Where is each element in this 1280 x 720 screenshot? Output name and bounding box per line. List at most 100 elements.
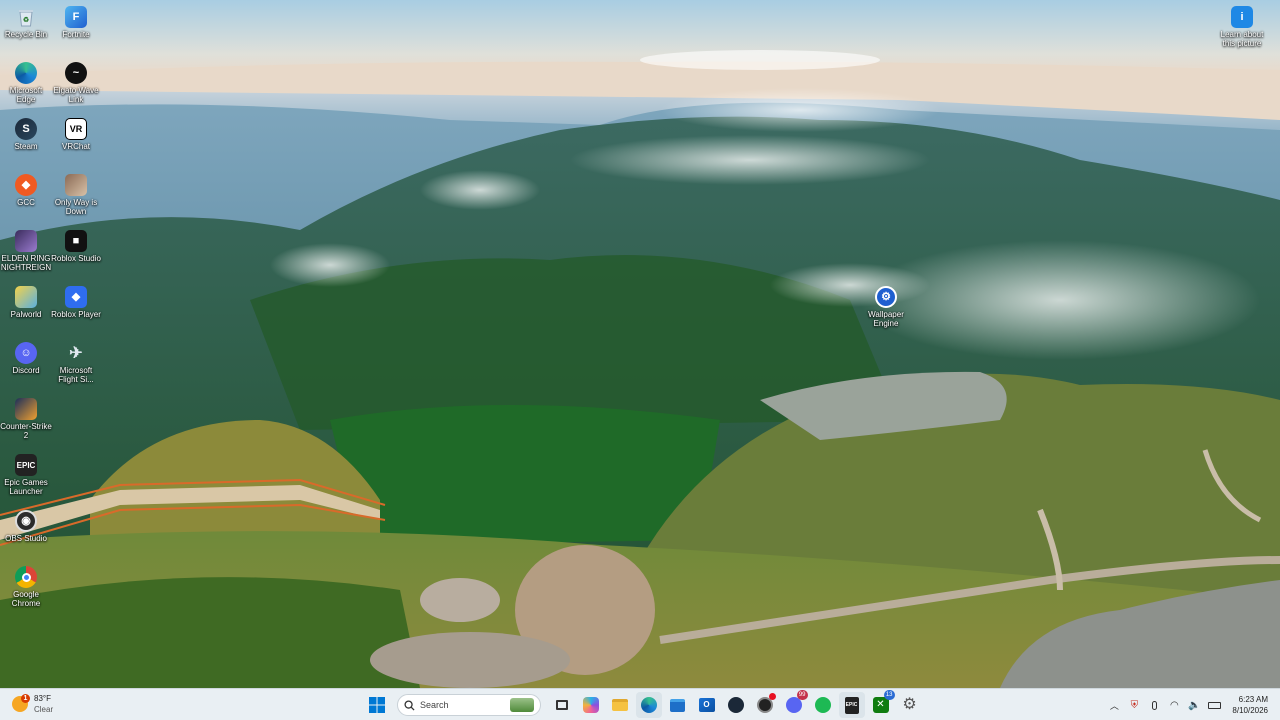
desktop-icon-label: Steam	[14, 142, 38, 151]
weather-temperature: 83°F	[34, 694, 51, 703]
obs-icon: ◉	[15, 510, 37, 532]
desktop-icon-label: Only Way is Down	[54, 198, 98, 216]
desktop-icon-label: Roblox Player	[51, 310, 101, 319]
store-icon	[670, 698, 685, 712]
desktop-icon-vrchat[interactable]: VR VRChat	[50, 118, 102, 151]
wifi-icon: ◠	[1170, 699, 1179, 711]
spotify-icon	[814, 697, 831, 713]
epic-games-icon: EPIC	[844, 696, 859, 714]
battery-icon	[1207, 701, 1221, 709]
desktop-icon-label: Wallpaper Engine	[868, 310, 904, 328]
desktop-icon-microsoft-flight-simulator[interactable]: ✈ Microsoft Flight Si...	[50, 342, 102, 384]
desktop-icon-microsoft-edge[interactable]: Microsoft Edge	[0, 62, 52, 104]
desktop-icon-palworld[interactable]: Palworld	[0, 286, 52, 319]
desktop-icon-wallpaper-engine[interactable]: ⚙ Wallpaper Engine	[860, 286, 912, 328]
learn-picture-icon: i	[1231, 6, 1253, 28]
desktop-icon-discord[interactable]: ☺ Discord	[0, 342, 52, 375]
taskbar-search[interactable]: Search	[397, 694, 541, 716]
task-view-button[interactable]	[549, 692, 575, 718]
weather-alert-badge: 1	[21, 694, 30, 703]
desktop-icon-only-way-is-down[interactable]: Only Way is Down	[50, 174, 102, 216]
desktop-icon-obs-studio[interactable]: ◉ OBS Studio	[0, 510, 52, 543]
desktop-icon-roblox-studio[interactable]: ■ Roblox Studio	[50, 230, 102, 263]
desktop-icon-epic-games-launcher[interactable]: EPIC Epic Games Launcher	[0, 454, 52, 496]
settings-button[interactable]: ⚙	[897, 692, 923, 718]
desktop-icon-label: Discord	[12, 366, 40, 375]
obs-taskbar-button[interactable]	[752, 692, 778, 718]
roblox-studio-icon: ■	[65, 230, 87, 252]
desktop-icon-elgato-wave-link[interactable]: ~ Elgato Wave Link	[50, 62, 102, 104]
epic-games-icon: EPIC	[15, 454, 37, 476]
desktop-wallpaper	[0, 0, 1280, 688]
speaker-icon: 🔈	[1188, 699, 1201, 711]
counter-strike-icon	[15, 398, 37, 420]
desktop-icon-label: Fortnite	[62, 30, 90, 39]
edge-taskbar-button[interactable]	[635, 692, 662, 718]
vrchat-icon: VR	[65, 118, 87, 140]
copilot-icon	[582, 697, 599, 713]
volume-button[interactable]: 🔈	[1186, 697, 1202, 713]
taskbar: 1 83°F Clear Search O 99 EPIC ✕ 13 ⚙ ︿ ⛨…	[0, 688, 1280, 720]
discord-notification-badge: 99	[796, 690, 808, 700]
task-view-icon	[555, 700, 568, 710]
elden-ring-icon	[15, 230, 37, 252]
elgato-wave-link-icon: ~	[65, 62, 87, 84]
desktop-icon-label: GCC	[17, 198, 35, 207]
desktop-icon-label: Roblox Studio	[51, 254, 101, 263]
microphone-icon	[1151, 700, 1157, 710]
discord-taskbar-button[interactable]: 99	[781, 690, 808, 718]
flight-simulator-icon: ✈	[69, 344, 83, 362]
desktop-icon-label: Recycle Bin	[4, 30, 48, 39]
palworld-icon	[15, 286, 37, 308]
search-highlight-image	[510, 698, 534, 712]
epic-games-taskbar-button[interactable]: EPIC	[838, 692, 865, 718]
desktop-icon-google-chrome[interactable]: Google Chrome	[0, 566, 52, 608]
battery-button[interactable]	[1206, 697, 1222, 713]
desktop-icon-label: ELDEN RING NIGHTREIGN	[0, 254, 52, 272]
taskbar-apps: Search O 99 EPIC ✕ 13 ⚙	[362, 690, 924, 718]
desktop-icon-recycle-bin[interactable]: ♻ Recycle Bin	[0, 6, 52, 39]
roblox-player-icon: ◆	[65, 286, 87, 308]
clock-date: 8/10/2026	[1232, 706, 1268, 715]
network-button[interactable]: ◠	[1166, 697, 1182, 713]
only-way-is-down-icon	[65, 174, 87, 196]
taskbar-clock[interactable]: 6:23 AM 8/10/2026	[1232, 694, 1268, 716]
mountain-landscape	[0, 0, 1280, 688]
desktop-icon-label: OBS Studio	[5, 534, 47, 543]
desktop-icon-learn-about-picture[interactable]: i Learn about this picture	[1216, 6, 1268, 48]
fortnite-icon: F	[65, 6, 87, 28]
file-explorer-button[interactable]	[607, 692, 633, 718]
sun-icon: 1	[12, 694, 30, 712]
desktop-icon-roblox-player[interactable]: ◆ Roblox Player	[50, 286, 102, 319]
chrome-icon	[15, 566, 37, 588]
microphone-button[interactable]	[1146, 697, 1162, 713]
clock-time: 6:23 AM	[1238, 695, 1268, 704]
gcc-icon: ◆	[15, 174, 37, 196]
desktop-icon-label: Microsoft Flight Si...	[58, 366, 94, 384]
windows-icon	[368, 697, 385, 713]
show-hidden-icons-button[interactable]: ︿	[1106, 697, 1122, 713]
desktop-icon-counter-strike-2[interactable]: Counter-Strike 2	[0, 398, 52, 440]
desktop-icon-label: VRChat	[61, 142, 90, 151]
start-button[interactable]	[364, 692, 390, 718]
spotify-button[interactable]	[810, 692, 836, 718]
xbox-button[interactable]: ✕ 13	[868, 690, 895, 718]
desktop-icon-steam[interactable]: S Steam	[0, 118, 52, 151]
desktop-icon-fortnite[interactable]: F Fortnite	[50, 6, 102, 39]
folder-icon	[611, 699, 628, 711]
desktop-icon-label: Elgato Wave Link	[53, 86, 99, 104]
outlook-button[interactable]: O	[694, 692, 720, 718]
chevron-up-icon: ︿	[1109, 700, 1119, 711]
steam-taskbar-button[interactable]	[723, 692, 749, 718]
copilot-button[interactable]	[578, 692, 604, 718]
desktop-icon-label: Palworld	[10, 310, 42, 319]
security-status-button[interactable]: ⛨	[1126, 697, 1142, 713]
edge-icon	[15, 62, 37, 84]
recycle-bin-icon: ♻	[15, 6, 37, 28]
desktop-icon-elden-ring-nightreign[interactable]: ELDEN RING NIGHTREIGN	[0, 230, 52, 272]
xbox-notification-badge: 13	[883, 690, 895, 700]
system-tray: ︿ ⛨ ◠ 🔈 6:23 AM 8/10/2026	[1104, 689, 1272, 720]
microsoft-store-button[interactable]	[665, 692, 691, 718]
desktop-icon-gcc[interactable]: ◆ GCC	[0, 174, 52, 207]
weather-widget[interactable]: 1 83°F Clear	[12, 693, 53, 715]
